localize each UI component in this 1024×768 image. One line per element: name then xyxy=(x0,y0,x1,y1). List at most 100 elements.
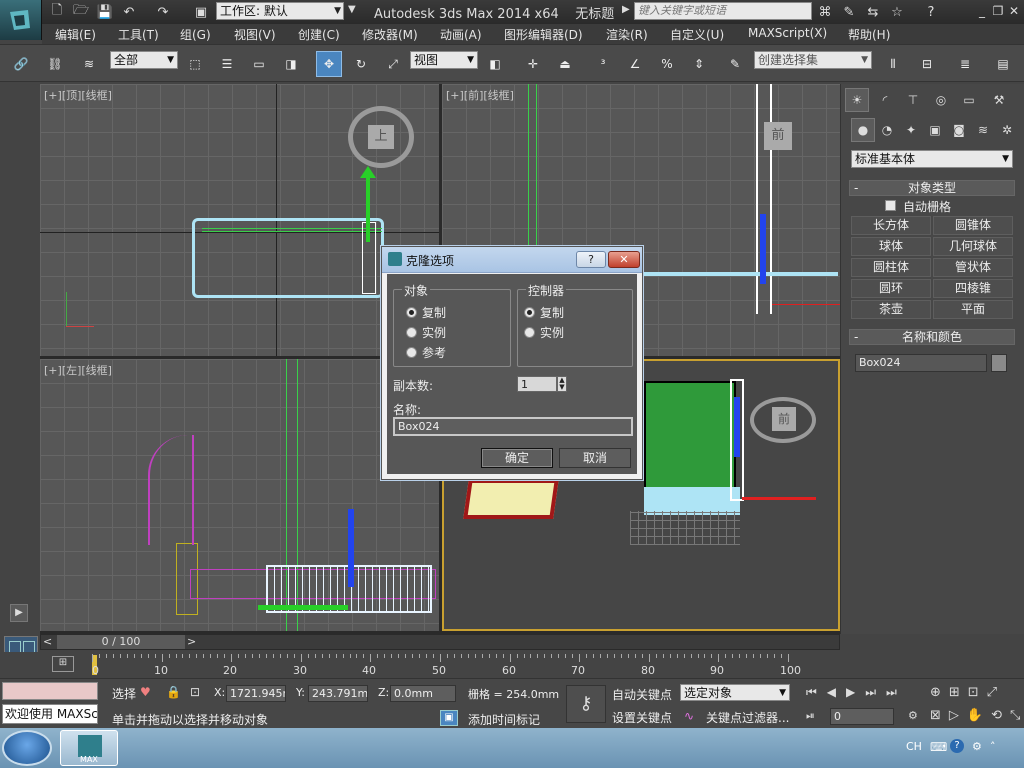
percent-snap-icon[interactable]: % xyxy=(654,51,680,77)
align-icon[interactable]: ⊟ xyxy=(914,51,940,77)
key-mode-dropdown[interactable]: 选定对象 ▼ xyxy=(680,684,790,701)
select-object-icon[interactable]: ⬚ xyxy=(182,51,208,77)
current-frame-input[interactable]: 0 xyxy=(830,708,894,725)
gizmo-y-axis[interactable] xyxy=(258,605,348,610)
geometry-icon[interactable]: ● xyxy=(851,118,875,142)
spinner-snap-icon[interactable]: ⇕ xyxy=(686,51,712,77)
isolate-icon[interactable]: ♥ xyxy=(140,685,151,699)
select-and-move-icon[interactable]: ✥ xyxy=(316,51,342,77)
viewport-label[interactable]: [+][左][线框] xyxy=(44,362,112,378)
autogrid-checkbox[interactable] xyxy=(885,200,896,211)
z-coord-input[interactable]: 0.0mm xyxy=(390,685,456,702)
torus-button[interactable]: 圆环 xyxy=(851,279,931,298)
motion-tab-icon[interactable]: ◎ xyxy=(929,88,953,112)
hierarchy-tab-icon[interactable]: ⊤ xyxy=(901,88,925,112)
geosphere-button[interactable]: 几何球体 xyxy=(933,237,1013,256)
absolute-mode-icon[interactable]: ⊡ xyxy=(190,685,200,699)
object-type-rollout[interactable]: - 对象类型 xyxy=(849,180,1015,196)
settings-icon[interactable]: ⚙ xyxy=(972,740,982,753)
chevron-down-icon[interactable]: ▼ xyxy=(348,4,356,15)
ref-coord-dropdown[interactable]: 视图 ▼ xyxy=(410,51,478,69)
selection-filter-dropdown[interactable]: 全部 ▼ xyxy=(110,51,178,69)
object-instance-radio[interactable]: 实例 xyxy=(406,324,446,341)
edit-named-selection-icon[interactable]: ✎ xyxy=(722,51,748,77)
tube-button[interactable]: 管状体 xyxy=(933,258,1013,277)
teapot-button[interactable]: 茶壶 xyxy=(851,300,931,319)
cylinder-button[interactable]: 圆柱体 xyxy=(851,258,931,277)
menu-customize[interactable]: 自定义(U) xyxy=(670,26,724,43)
save-file-icon[interactable]: 💾 xyxy=(96,3,114,21)
curve-editor-icon[interactable]: ⊞ xyxy=(52,656,74,672)
controller-instance-radio[interactable]: 实例 xyxy=(524,324,564,341)
viewcube[interactable]: 上 xyxy=(348,106,414,168)
modify-tab-icon[interactable]: ◜ xyxy=(873,88,897,112)
time-slider[interactable]: < 0 / 100 > xyxy=(40,634,840,650)
star-icon[interactable]: ☆ xyxy=(888,3,906,21)
x-coord-input[interactable]: 1721.945m xyxy=(226,685,286,702)
expand-arrow-icon[interactable]: ▶ xyxy=(10,604,28,622)
cameras-icon[interactable]: ▣ xyxy=(923,118,947,142)
object-color-swatch[interactable] xyxy=(991,354,1007,372)
window-crossing-icon[interactable]: ◨ xyxy=(278,51,304,77)
gizmo-z-axis[interactable] xyxy=(760,214,766,284)
lock-icon[interactable]: 🔒 xyxy=(166,685,181,699)
tools-icon[interactable]: ✎ xyxy=(840,3,858,21)
key-mode-toggle-icon[interactable]: ⏯ xyxy=(806,709,815,723)
y-coord-input[interactable]: 243.791mr xyxy=(308,685,368,702)
menu-rendering[interactable]: 渲染(R) xyxy=(606,26,648,43)
set-key-button[interactable]: 设置关键点 xyxy=(612,709,672,726)
controller-copy-radio[interactable]: 复制 xyxy=(524,304,564,321)
link-icon[interactable]: 🔗 xyxy=(8,51,34,77)
menu-graph-editors[interactable]: 图形编辑器(D) xyxy=(504,26,583,43)
lights-icon[interactable]: ✦ xyxy=(899,118,923,142)
spinner-arrows-icon[interactable]: ▲ ▼ xyxy=(557,376,567,392)
maxscript-listener-input[interactable]: 欢迎使用 MAXSc xyxy=(2,704,98,724)
pyramid-button[interactable]: 四棱锥 xyxy=(933,279,1013,298)
named-selection-input[interactable]: 创建选择集 ▼ xyxy=(754,51,872,69)
select-and-scale-icon[interactable]: ⤢ xyxy=(380,51,406,77)
bind-spacewarp-icon[interactable]: ≋ xyxy=(76,51,102,77)
plane-button[interactable]: 平面 xyxy=(933,300,1013,319)
gizmo-x-axis[interactable] xyxy=(742,497,816,500)
menu-modifiers[interactable]: 修改器(M) xyxy=(362,26,418,43)
viewport-nav-controls[interactable]: ⊕⊞⊡⤢ xyxy=(930,685,1005,700)
viewport-label[interactable]: [+][顶][线框] xyxy=(44,87,112,103)
viewcube-face[interactable]: 上 xyxy=(368,125,394,149)
spacewarps-icon[interactable]: ≋ xyxy=(971,118,995,142)
help-button[interactable]: ? xyxy=(576,251,606,268)
close-icon[interactable]: ✕ xyxy=(608,251,640,268)
select-and-rotate-icon[interactable]: ↻ xyxy=(348,51,374,77)
viewport-label[interactable]: [+][前][线框] xyxy=(446,87,514,103)
keyboard-icon[interactable]: ⌨ xyxy=(930,740,947,754)
menu-views[interactable]: 视图(V) xyxy=(234,26,276,43)
redo-icon[interactable]: ↷ xyxy=(154,3,172,21)
maxscript-listener-pink[interactable] xyxy=(2,682,98,700)
binoculars-icon[interactable]: ⌘ xyxy=(816,3,834,21)
gizmo-z-axis[interactable] xyxy=(348,509,354,587)
display-tab-icon[interactable]: ▭ xyxy=(957,88,981,112)
play-arrow-icon[interactable]: ▶ xyxy=(622,4,630,15)
new-file-icon[interactable]: 🗋 xyxy=(48,3,66,21)
taskbar-app-button[interactable]: MAX xyxy=(60,730,118,766)
tray-arrow-icon[interactable]: ˄ xyxy=(990,740,996,753)
graphite-ribbon-icon[interactable]: ▤ xyxy=(990,51,1016,77)
restore-icon[interactable]: ❐ xyxy=(990,2,1006,20)
mirror-icon[interactable]: ⫴ xyxy=(880,51,906,77)
unlink-icon[interactable]: ⛓ xyxy=(42,51,68,77)
track-bar[interactable]: ⊞ 0 10 20 30 40 50 60 70 80 90 100 xyxy=(0,652,1024,678)
viewcube-face[interactable]: 前 xyxy=(764,122,792,150)
shapes-icon[interactable]: ◔ xyxy=(875,118,899,142)
systems-icon[interactable]: ✲ xyxy=(995,118,1019,142)
box-button[interactable]: 长方体 xyxy=(851,216,931,235)
workspace-dropdown[interactable]: 工作区: 默认 ▼ xyxy=(216,2,344,20)
language-indicator[interactable]: CH xyxy=(906,740,922,753)
select-by-name-icon[interactable]: ☰ xyxy=(214,51,240,77)
help-icon[interactable]: ? xyxy=(950,739,964,753)
menu-maxscript[interactable]: MAXScript(X) xyxy=(748,26,827,40)
menu-edit[interactable]: 编辑(E) xyxy=(55,26,96,43)
time-tag-icon[interactable]: ▣ xyxy=(440,710,458,726)
category-dropdown[interactable]: 标准基本体 ▼ xyxy=(851,150,1013,168)
pivot-center-icon[interactable]: ◧ xyxy=(482,51,508,77)
snaps-toggle-icon[interactable]: ³ xyxy=(590,51,616,77)
exchange-icon[interactable]: ⇆ xyxy=(864,3,882,21)
